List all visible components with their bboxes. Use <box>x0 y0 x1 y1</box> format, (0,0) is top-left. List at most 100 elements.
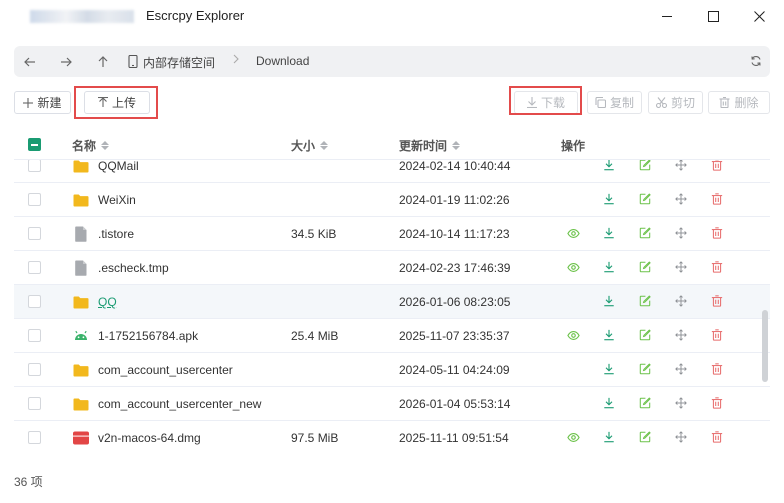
preview-icon[interactable] <box>566 226 580 240</box>
trash-icon[interactable] <box>710 294 724 308</box>
new-button[interactable]: 新建 <box>14 91 71 114</box>
rename-icon[interactable] <box>638 430 652 444</box>
table-row[interactable]: 1-1752156784.apk 25.4 MiB 2025-11-07 23:35… <box>14 319 770 353</box>
cut-button[interactable]: 剪切 <box>648 91 703 114</box>
column-header-size[interactable]: 大小 <box>291 137 329 154</box>
rename-icon[interactable] <box>638 192 652 206</box>
table-row[interactable]: v2n-macos-64.dmg 97.5 MiB 2025-11-11 09:51… <box>14 421 770 452</box>
preview-icon[interactable] <box>566 430 580 444</box>
row-checkbox[interactable] <box>28 363 41 376</box>
download-icon[interactable] <box>602 294 616 308</box>
preview-icon[interactable] <box>566 328 580 342</box>
rename-icon[interactable] <box>638 226 652 240</box>
sort-icon[interactable] <box>101 141 110 150</box>
move-icon[interactable] <box>674 160 688 172</box>
table-row[interactable]: com_account_usercenter 2024-05-11 04:24:0… <box>14 353 770 387</box>
column-header-name[interactable]: 名称 <box>72 137 110 154</box>
row-checkbox[interactable] <box>28 431 41 444</box>
row-checkbox[interactable] <box>28 397 41 410</box>
download-icon[interactable] <box>602 226 616 240</box>
move-icon[interactable] <box>674 226 688 240</box>
move-icon[interactable] <box>674 294 688 308</box>
trash-icon[interactable] <box>710 226 724 240</box>
rename-icon[interactable] <box>638 396 652 410</box>
scrollbar-track[interactable] <box>760 160 770 452</box>
delete-button[interactable]: 删除 <box>708 91 770 114</box>
move-icon[interactable] <box>674 396 688 410</box>
table-row[interactable]: QQ 2026-01-06 08:23:05 <box>14 285 770 319</box>
sort-icon[interactable] <box>452 141 461 150</box>
table-row[interactable]: .tistore 34.5 KiB 2024-10-14 11:17:23 <box>14 217 770 251</box>
up-button[interactable] <box>91 46 115 77</box>
forward-button[interactable] <box>54 46 78 77</box>
folder-icon <box>72 293 90 311</box>
download-icon[interactable] <box>602 430 616 444</box>
close-button[interactable] <box>736 0 782 32</box>
file-name[interactable]: com_account_usercenter_new <box>98 397 261 411</box>
trash-icon[interactable] <box>710 430 724 444</box>
back-button[interactable] <box>18 46 42 77</box>
trash-icon[interactable] <box>710 160 724 172</box>
row-checkbox[interactable] <box>28 160 41 172</box>
table-row[interactable]: com_account_usercenter_new 2026-01-04 05:… <box>14 387 770 421</box>
window-title: Escrcpy Explorer <box>146 8 245 23</box>
preview-icon[interactable] <box>566 260 580 274</box>
download-icon[interactable] <box>602 260 616 274</box>
rename-icon[interactable] <box>638 362 652 376</box>
trash-icon[interactable] <box>710 192 724 206</box>
refresh-button[interactable] <box>747 52 765 70</box>
minimize-button[interactable] <box>644 0 690 32</box>
move-icon[interactable] <box>674 430 688 444</box>
download-highlight-box <box>509 86 582 115</box>
file-name[interactable]: QQMail <box>98 160 139 173</box>
sort-icon[interactable] <box>320 141 329 150</box>
trash-icon[interactable] <box>710 328 724 342</box>
maximize-button[interactable] <box>690 0 736 32</box>
move-icon[interactable] <box>674 192 688 206</box>
table-row[interactable]: QQMail 2024-02-14 10:40:44 <box>14 160 770 183</box>
download-icon[interactable] <box>602 396 616 410</box>
breadcrumb-current-folder[interactable]: Download <box>256 54 309 68</box>
file-size: 34.5 KiB <box>291 227 337 241</box>
file-name[interactable]: QQ <box>98 295 117 309</box>
maximize-icon <box>707 10 719 22</box>
row-checkbox[interactable] <box>28 261 41 274</box>
column-name-label: 名称 <box>72 139 97 153</box>
move-icon[interactable] <box>674 260 688 274</box>
rename-icon[interactable] <box>638 160 652 172</box>
trash-icon[interactable] <box>710 362 724 376</box>
download-icon[interactable] <box>602 328 616 342</box>
table-row[interactable]: WeiXin 2024-01-19 11:02:26 <box>14 183 770 217</box>
column-header-modified[interactable]: 更新时间 <box>399 137 461 154</box>
move-icon[interactable] <box>674 328 688 342</box>
file-name[interactable]: v2n-macos-64.dmg <box>98 431 201 445</box>
copy-button[interactable]: 复制 <box>587 91 642 114</box>
row-checkbox[interactable] <box>28 295 41 308</box>
breadcrumb-storage[interactable]: 内部存储空间 <box>143 54 215 71</box>
rename-icon[interactable] <box>638 260 652 274</box>
arrow-left-icon <box>24 57 35 66</box>
file-name[interactable]: com_account_usercenter <box>98 363 233 377</box>
item-count: 36 项 <box>14 475 43 489</box>
download-icon[interactable] <box>602 160 616 172</box>
row-checkbox[interactable] <box>28 227 41 240</box>
download-icon[interactable] <box>602 192 616 206</box>
trash-icon[interactable] <box>710 396 724 410</box>
file-size: 97.5 MiB <box>291 431 339 445</box>
scrollbar-thumb[interactable] <box>762 310 768 382</box>
trash-icon[interactable] <box>710 260 724 274</box>
select-all-checkbox[interactable] <box>28 138 41 151</box>
folder-icon <box>72 191 90 209</box>
download-icon[interactable] <box>602 362 616 376</box>
file-name[interactable]: WeiXin <box>98 193 136 207</box>
file-name[interactable]: 1-1752156784.apk <box>98 329 198 343</box>
file-name[interactable]: .tistore <box>98 227 134 241</box>
row-checkbox[interactable] <box>28 329 41 342</box>
rename-icon[interactable] <box>638 294 652 308</box>
row-checkbox[interactable] <box>28 193 41 206</box>
table-row[interactable]: .escheck.tmp 2024-02-23 17:46:39 <box>14 251 770 285</box>
move-icon[interactable] <box>674 362 688 376</box>
file-name[interactable]: .escheck.tmp <box>98 261 169 275</box>
cut-button-label: 剪切 <box>670 96 695 110</box>
rename-icon[interactable] <box>638 328 652 342</box>
